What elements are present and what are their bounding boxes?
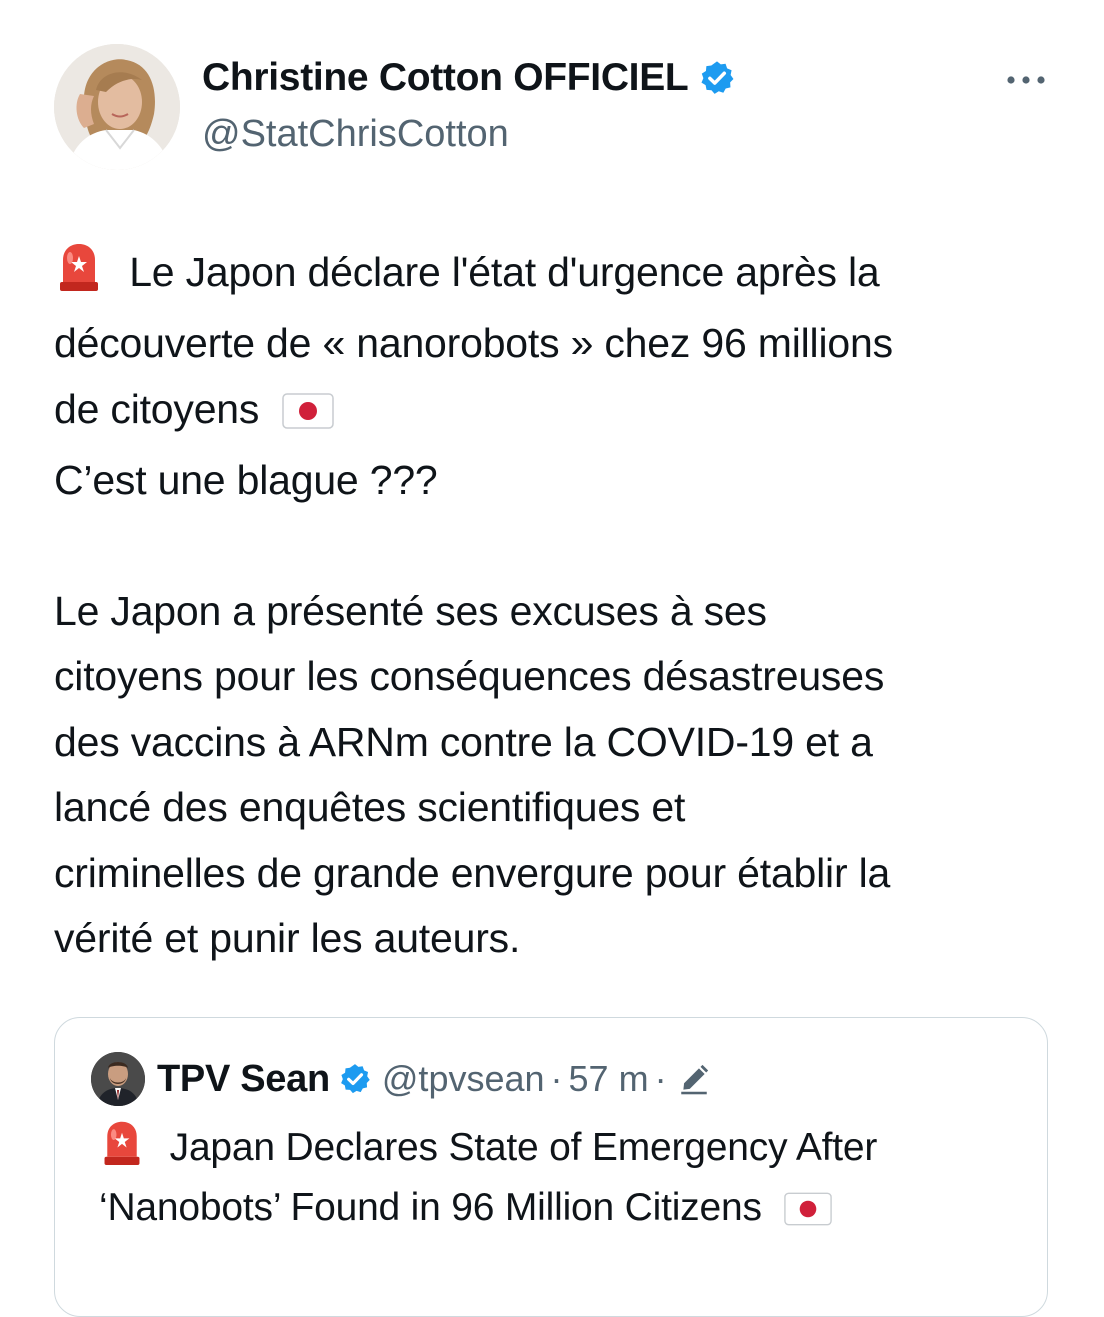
verified-badge-icon	[698, 59, 736, 97]
quoted-text-line-2: ‘Nanobots’ Found in 96 Million Citizens	[99, 1186, 762, 1229]
tweet-text-para2-line-6: vérité et punir les auteurs.	[54, 915, 521, 962]
separator-dot: ·	[550, 1058, 563, 1099]
tweet-line: de citoyens	[54, 377, 1064, 448]
rotating-light-icon	[99, 1118, 145, 1181]
tweet-text-para2-line-2: citoyens pour les conséquences désastreu…	[54, 653, 885, 700]
tweet-line: Japan Declares State of Emergency After	[99, 1118, 877, 1181]
author-display-name[interactable]: Christine Cotton OFFICIEL	[202, 56, 689, 100]
quoted-author-name[interactable]: TPV Sean	[157, 1058, 330, 1101]
tweet-text-line-3: de citoyens	[54, 385, 260, 432]
tweet-text-para2-line-4: lancé des enquêtes scientifiques et	[54, 784, 686, 831]
more-options-button[interactable]	[1000, 62, 1052, 98]
tweet-text-para2-line-5: criminelles de grande envergure pour éta…	[54, 849, 891, 896]
quoted-author-handle[interactable]: @tpvsean	[382, 1058, 545, 1100]
tweet-body: Le Japon déclare l'état d'urgence après …	[54, 240, 1064, 971]
edit-pencil-icon	[677, 1062, 711, 1096]
rotating-light-icon	[54, 240, 104, 311]
author-name-row[interactable]: Christine Cotton OFFICIEL	[202, 56, 736, 100]
tweet-line: ‘Nanobots’ Found in 96 Million Citizens	[99, 1181, 877, 1241]
tweet-text-line-1: Le Japon déclare l'état d'urgence après …	[129, 249, 880, 295]
tweet-text-line-4: C’est une blague ???	[54, 457, 438, 504]
tweet-line: Le Japon déclare l'état d'urgence après …	[54, 240, 1064, 311]
quoted-tweet-body: Japan Declares State of Emergency After …	[99, 1118, 877, 1241]
quoted-timestamp[interactable]: 57 m	[569, 1058, 649, 1100]
tweet: Christine Cotton OFFICIEL @StatChrisCott…	[0, 0, 1104, 1317]
japan-flag-icon	[784, 1187, 833, 1241]
quoted-tweet-card[interactable]: TPV Sean @tpvsean · 57 m · Japan Declare…	[54, 1017, 1048, 1317]
japan-flag-icon	[282, 383, 335, 448]
author-avatar[interactable]	[54, 44, 180, 170]
author-handle[interactable]: @StatChrisCotton	[202, 113, 509, 156]
more-dots-icon	[1007, 76, 1045, 84]
verified-badge-icon	[338, 1062, 372, 1096]
separator-dot: ·	[654, 1058, 667, 1099]
tweet-text-para2-line-3: des vaccins à ARNm contre la COVID-19 et…	[54, 718, 873, 765]
paragraph-break	[54, 514, 1064, 579]
tweet-text-para2-line-1: Le Japon a présenté ses excuses à ses	[54, 588, 767, 635]
quoted-text-line-1: Japan Declares State of Emergency After	[169, 1126, 878, 1169]
quoted-tweet-header: TPV Sean @tpvsean · 57 m ·	[91, 1052, 711, 1106]
tweet-text-line-2: découverte de « nanorobots » chez 96 mil…	[54, 320, 893, 367]
quoted-author-avatar[interactable]	[91, 1052, 145, 1106]
